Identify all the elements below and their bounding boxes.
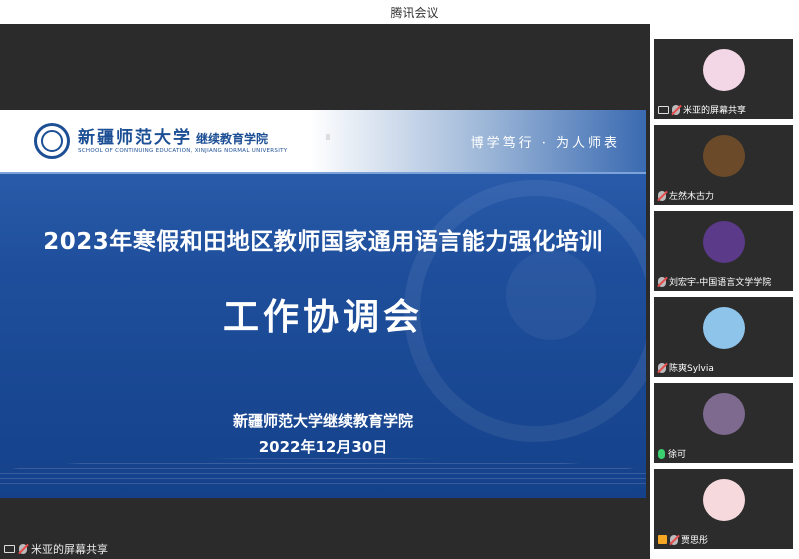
- avatar: [702, 393, 745, 435]
- mic-muted-icon: [670, 534, 678, 545]
- participant-sidebar[interactable]: 米亚的屏幕共享 左然木古力 刘宏宇-中国语言文学学院 陈爽Sylvia 徐可 贾…: [650, 24, 799, 559]
- user-icon: [658, 535, 667, 544]
- screen-share-label: 米亚的屏幕共享: [4, 541, 108, 557]
- header-divider: [0, 172, 646, 174]
- university-motto: 博学笃行 · 为人师表: [470, 136, 620, 151]
- mic-muted-icon: [672, 104, 680, 115]
- mouse-cursor-icon: [326, 134, 330, 140]
- university-name: 新疆师范大学 继续教育学院: [78, 128, 269, 148]
- participant-name-label: 徐可: [658, 447, 686, 460]
- avatar: [702, 221, 745, 263]
- shared-screen-stage[interactable]: 新疆师范大学 继续教育学院 SCHOOL OF CONTINUING EDUCAT…: [0, 24, 650, 559]
- slide-date: 2022年12月30日: [258, 438, 388, 456]
- avatar: [702, 479, 745, 521]
- avatar: [702, 135, 745, 177]
- avatar: [702, 49, 745, 91]
- participant-tile[interactable]: 刘宏宇-中国语言文学学院: [654, 211, 793, 291]
- participant-name-label: 左然木古力: [658, 189, 714, 202]
- mic-muted-icon: [658, 190, 666, 201]
- avatar: [702, 307, 745, 349]
- presentation-slide: 新疆师范大学 继续教育学院 SCHOOL OF CONTINUING EDUCAT…: [0, 110, 646, 498]
- title-bar: 腾讯会议: [0, 0, 799, 24]
- university-logo-icon: [34, 123, 70, 159]
- participant-name-label: 刘宏宇-中国语言文学学院: [658, 275, 771, 288]
- university-english-name: SCHOOL OF CONTINUING EDUCATION, XINJIANG…: [78, 148, 288, 154]
- mic-muted-icon: [658, 276, 666, 287]
- mic-muted-icon: [19, 544, 27, 554]
- participant-tile[interactable]: 徐可: [654, 383, 793, 463]
- screen-share-icon: [658, 105, 669, 114]
- book-wave-decoration: [0, 458, 646, 488]
- participant-name-label: 米亚的屏幕共享: [658, 103, 746, 116]
- participant-tile[interactable]: 贾思彤: [654, 469, 793, 549]
- screen-share-icon: [4, 545, 15, 553]
- mic-muted-icon: [658, 362, 666, 373]
- participant-tile[interactable]: 米亚的屏幕共享: [654, 39, 793, 119]
- participant-tile[interactable]: 陈爽Sylvia: [654, 297, 793, 377]
- slide-main-title: 2023年寒假和田地区教师国家通用语言能力强化培训: [43, 229, 603, 255]
- slide-organizer: 新疆师范大学继续教育学院: [232, 412, 413, 430]
- participant-name-label: 贾思彤: [658, 533, 708, 546]
- slide-subtitle: 工作协调会: [222, 297, 423, 338]
- department-name: 继续教育学院: [196, 132, 269, 146]
- window-title: 腾讯会议: [390, 5, 439, 20]
- mic-active-icon: [658, 448, 665, 459]
- participant-name-label: 陈爽Sylvia: [658, 361, 714, 374]
- participant-tile[interactable]: 左然木古力: [654, 125, 793, 205]
